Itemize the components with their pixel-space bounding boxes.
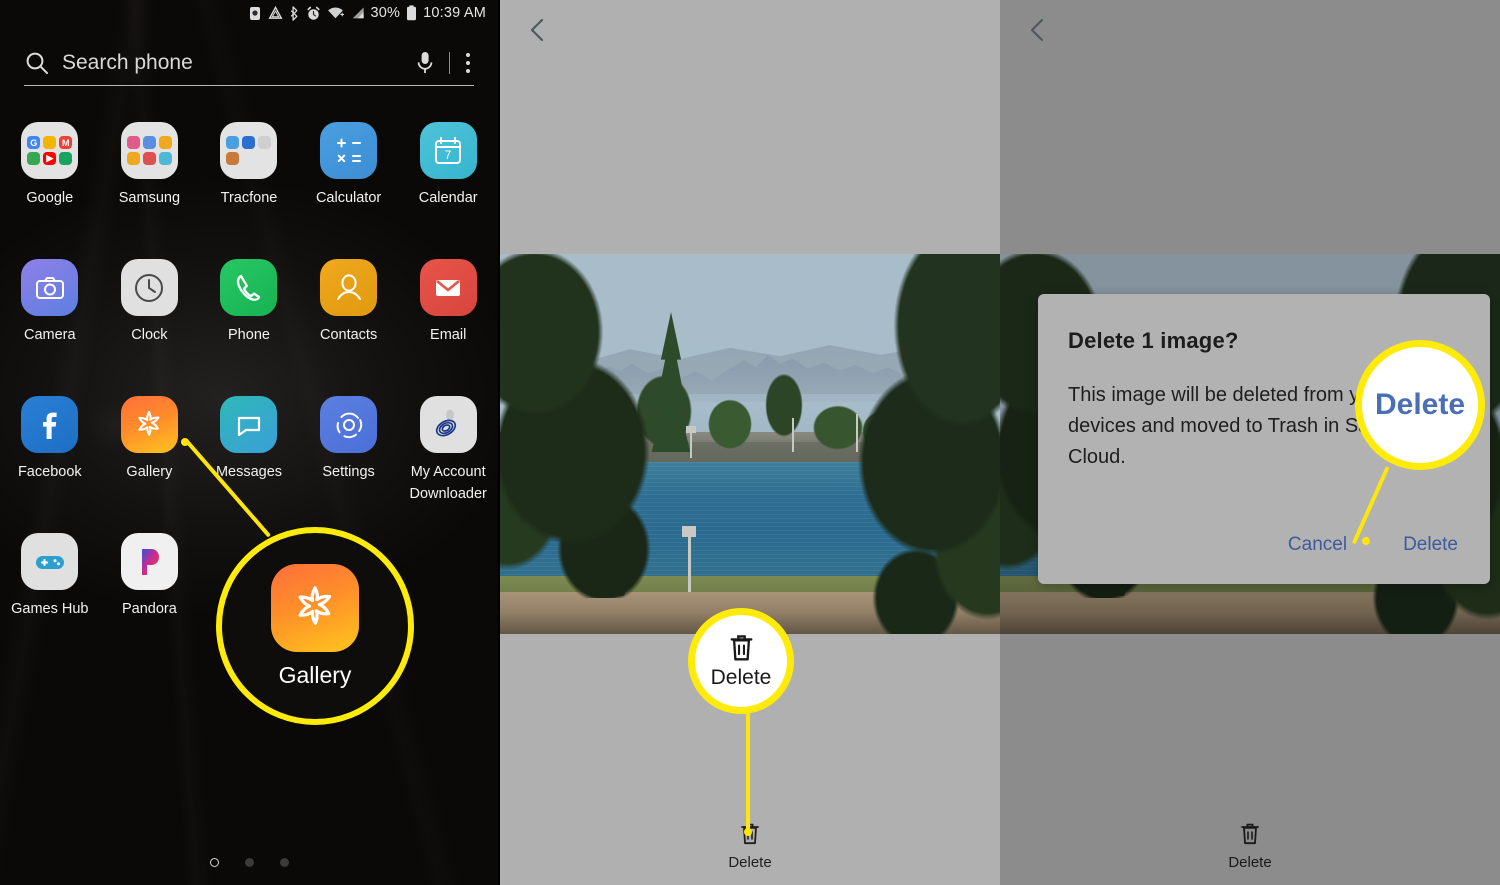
app-google[interactable]: G M ▶ Google: [0, 108, 100, 245]
delete-button-label[interactable]: Delete: [1228, 854, 1271, 871]
battery-percent-label: 30%: [370, 5, 401, 21]
app-label: Pandora: [121, 601, 177, 617]
app-email[interactable]: Email: [398, 245, 498, 382]
delete-button-label[interactable]: Delete: [728, 854, 771, 871]
power-save-icon: [268, 5, 283, 21]
app-camera[interactable]: Camera: [0, 245, 100, 382]
bluetooth-icon: [289, 5, 300, 21]
app-label: Phone: [228, 327, 270, 343]
app-label: Contacts: [319, 327, 378, 343]
screenshot-stage: 30% 10:39 AM Search phone G M ▶ Google S…: [0, 0, 1500, 885]
panel-home-screen: 30% 10:39 AM Search phone G M ▶ Google S…: [0, 0, 498, 885]
microphone-icon[interactable]: [415, 50, 435, 76]
app-contacts[interactable]: Contacts: [299, 245, 399, 382]
photo-lake-park[interactable]: [500, 254, 1000, 634]
app-games-hub[interactable]: Games Hub: [0, 519, 100, 656]
app-label: Games Hub: [11, 601, 89, 617]
app-calculator[interactable]: Calculator: [299, 108, 399, 245]
callout-confirm-delete: Delete: [1355, 340, 1485, 470]
page-dot-2[interactable]: [244, 858, 254, 867]
email-icon: [419, 259, 477, 316]
app-facebook[interactable]: Facebook: [0, 382, 100, 519]
callout-delete-button: Delete: [688, 608, 794, 714]
callout-leader-dot-gallery: [181, 438, 189, 446]
callout-delete-label: Delete: [1374, 388, 1466, 421]
app-label: Calculator: [315, 190, 382, 206]
bottom-action-bar: Delete: [1000, 821, 1500, 871]
gallery-icon: [120, 396, 178, 453]
my-account-downloader-icon: [419, 396, 477, 453]
app-samsung[interactable]: Samsung: [100, 108, 200, 245]
back-chevron-icon[interactable]: [1022, 14, 1054, 46]
app-label: Samsung: [118, 190, 181, 206]
callout-gallery-label: Gallery: [278, 661, 352, 688]
app-label: Calendar: [418, 190, 478, 206]
clock-label: 10:39 AM: [423, 5, 486, 21]
callout-delete-label: Delete: [710, 666, 772, 689]
google-folder-icon: G M ▶: [21, 122, 79, 179]
app-settings[interactable]: Settings: [299, 382, 399, 519]
facebook-icon: [21, 396, 79, 453]
messages-icon: [220, 396, 278, 453]
search-bar[interactable]: Search phone: [24, 40, 474, 86]
back-chevron-icon[interactable]: [522, 14, 554, 46]
tracfone-folder-icon: [220, 122, 278, 179]
divider: [449, 51, 450, 74]
callout-leader-dot-delete-mid: [744, 828, 752, 836]
calendar-icon: 7: [419, 122, 477, 179]
app-label: Tracfone: [220, 190, 278, 206]
trash-icon[interactable]: [1239, 821, 1261, 847]
wifi-icon: [327, 6, 344, 20]
trash-icon: [728, 632, 755, 664]
app-label: Clock: [131, 327, 168, 343]
page-dot-1[interactable]: [209, 858, 219, 867]
app-label: Gallery: [126, 464, 173, 480]
samsung-folder-icon: [120, 122, 178, 179]
cancel-button[interactable]: Cancel: [1288, 534, 1347, 556]
contacts-icon: [320, 259, 378, 316]
page-dot-3[interactable]: [279, 858, 289, 867]
battery-icon: [406, 5, 417, 21]
app-label: Email: [430, 327, 467, 343]
alarm-icon: [306, 6, 321, 21]
panel-photo-viewer: Delete: [500, 0, 1000, 885]
callout-leader-dot-delete-right: [1362, 537, 1370, 545]
app-pandora[interactable]: Pandora: [100, 519, 200, 656]
phone-icon: [220, 259, 278, 316]
app-label: Camera: [24, 327, 76, 343]
signal-icon: [350, 6, 365, 20]
clock-icon: [120, 259, 178, 316]
app-label: Facebook: [17, 464, 82, 480]
confirm-delete-button[interactable]: Delete: [1403, 534, 1458, 556]
status-bar: 30% 10:39 AM: [0, 0, 498, 26]
camera-icon: [21, 259, 79, 316]
callout-leader-delete-mid: [746, 712, 750, 834]
app-label: Settings: [322, 464, 375, 480]
app-gallery[interactable]: Gallery: [100, 382, 200, 519]
settings-icon: [320, 396, 378, 453]
more-options-icon[interactable]: [466, 52, 470, 73]
app-label: Google: [26, 190, 74, 206]
app-messages[interactable]: Messages: [199, 382, 299, 519]
app-clock[interactable]: Clock: [100, 245, 200, 382]
app-phone[interactable]: Phone: [199, 245, 299, 382]
app-tracfone[interactable]: Tracfone: [199, 108, 299, 245]
gallery-icon: [271, 563, 359, 652]
search-input[interactable]: Search phone: [62, 51, 415, 75]
calculator-icon: [320, 122, 378, 179]
games-hub-icon: [21, 533, 79, 590]
app-label: My Account Downloader: [409, 464, 487, 502]
page-indicator: [0, 858, 498, 867]
app-calendar[interactable]: 7 Calendar: [398, 108, 498, 245]
callout-gallery: Gallery: [216, 527, 414, 725]
app-my-account-downloader[interactable]: My Account Downloader: [398, 382, 498, 519]
dialog-actions: Cancel Delete: [1288, 534, 1458, 556]
battery-saver-icon: [248, 6, 262, 21]
app-label: Messages: [215, 464, 283, 480]
pandora-icon: [120, 533, 178, 590]
search-icon: [24, 50, 50, 76]
svg-text:7: 7: [445, 148, 452, 162]
